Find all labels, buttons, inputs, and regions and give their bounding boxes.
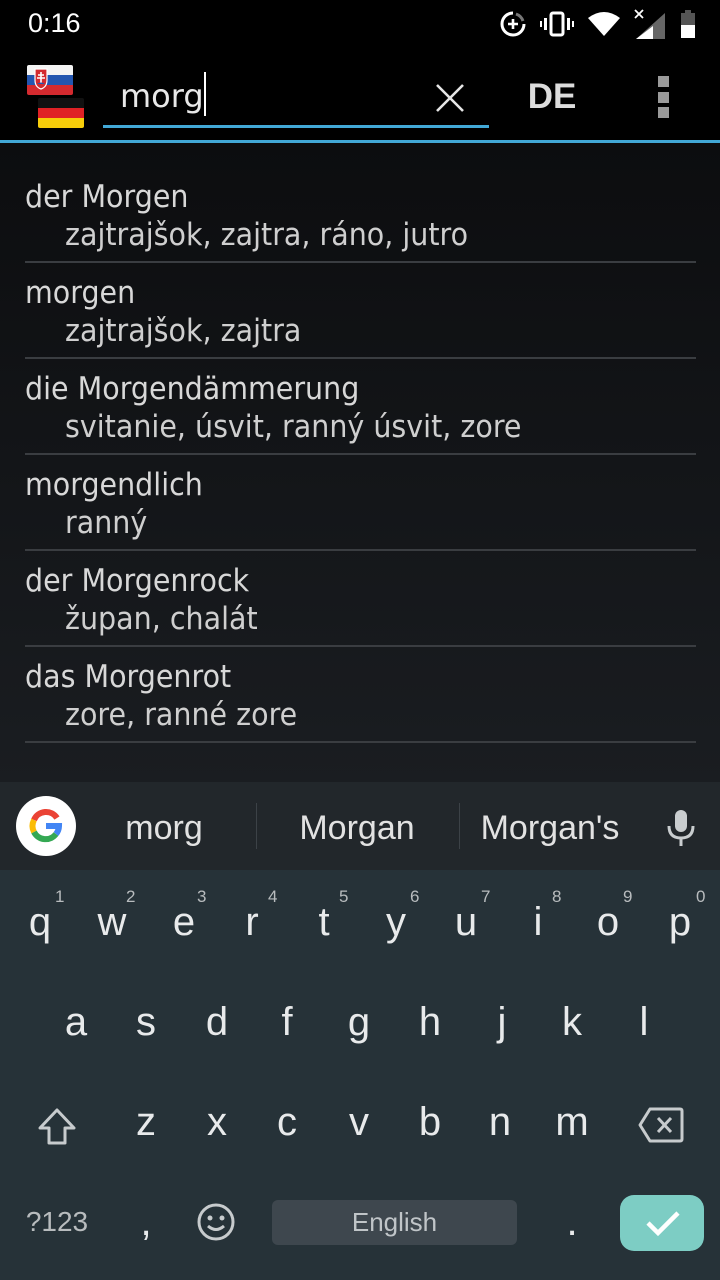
result-translation: župan, chalát [65,601,258,637]
key-n[interactable]: n [464,1072,536,1172]
key-s[interactable]: s [110,972,182,1072]
list-item[interactable]: der Morgen zajtrajšok, zajtra, ráno, jut… [25,167,696,263]
wifi-icon [588,12,620,36]
symbols-key[interactable]: ?123 [14,1172,100,1272]
enter-key[interactable] [620,1195,704,1251]
key-i[interactable]: i [502,872,574,972]
key-t[interactable]: t [288,872,360,972]
key-e[interactable]: e [148,872,220,972]
key-a[interactable]: a [40,972,112,1072]
emoji-icon [197,1203,235,1241]
mic-icon [667,810,695,846]
data-saver-icon [500,11,526,37]
close-icon [436,84,464,112]
clear-search-button[interactable] [430,78,470,118]
key-hint: 9 [623,887,633,906]
status-bar: 0:16 [0,0,720,48]
key-hint: 2 [126,887,136,906]
overflow-menu-button[interactable] [652,74,676,120]
result-word: die Morgendämmerung [25,371,360,407]
status-icons [500,9,696,39]
result-translation: zore, ranné zore [65,697,298,733]
result-word: der Morgenrock [25,563,250,599]
result-translation: ranný [65,505,148,541]
key-z[interactable]: z [110,1072,182,1172]
key-m[interactable]: m [536,1072,608,1172]
result-translation: zajtrajšok, zajtra [65,313,302,349]
key-hint: 8 [552,887,562,906]
result-word: morgen [25,275,136,311]
shift-icon [38,1108,76,1145]
suggestion-divider [459,803,460,849]
emoji-key[interactable] [180,1172,252,1272]
results-list[interactable]: der Morgen zajtrajšok, zajtra, ráno, jut… [0,143,720,783]
key-c[interactable]: c [251,1072,323,1172]
shift-key[interactable] [20,1075,94,1175]
key-hint: 4 [268,887,278,906]
suggestion-item[interactable]: Morgan's [470,806,630,850]
key-hint: 1 [55,887,65,906]
list-item[interactable]: die Morgendämmerung svitanie, úsvit, ran… [25,359,696,455]
key-y[interactable]: y [360,872,432,972]
key-b[interactable]: b [394,1072,466,1172]
key-o[interactable]: o [572,872,644,972]
key-hint: 7 [481,887,491,906]
key-u[interactable]: u [430,872,502,972]
vibrate-icon [540,11,574,37]
period-key[interactable]: . [536,1172,608,1272]
key-d[interactable]: d [181,972,253,1072]
key-h[interactable]: h [394,972,466,1072]
google-search-button[interactable] [16,796,76,856]
key-l[interactable]: l [608,972,680,1072]
result-word: das Morgenrot [25,659,232,695]
suggestion-item[interactable]: morg [100,806,228,850]
key-v[interactable]: v [323,1072,395,1172]
result-translation: svitanie, úsvit, ranný úsvit, zore [65,409,522,445]
cell-signal-no-data-icon [634,9,665,39]
key-f[interactable]: f [251,972,323,1072]
result-translation: zajtrajšok, zajtra, ráno, jutro [65,217,469,253]
key-hint: 5 [339,887,349,906]
space-key[interactable]: English [272,1200,517,1245]
list-item[interactable]: das Morgenrot zore, ranné zore [25,647,696,743]
key-hint: 0 [696,887,706,906]
battery-icon [681,10,695,38]
key-j[interactable]: j [466,972,538,1072]
google-g-icon [29,809,63,843]
status-time: 0:16 [28,8,81,38]
key-x[interactable]: x [181,1072,253,1172]
comma-key[interactable]: , [110,1172,182,1272]
list-item[interactable]: der Morgenrock župan, chalát [25,551,696,647]
key-k[interactable]: k [536,972,608,1072]
list-item[interactable]: morgen zajtrajšok, zajtra [25,263,696,359]
backspace-icon [638,1107,684,1143]
key-hint: 3 [197,887,207,906]
search-input[interactable] [120,74,420,118]
key-q[interactable]: q [4,872,76,972]
list-item[interactable]: morgendlich ranný [25,455,696,551]
slovak-coat-of-arms [34,68,48,90]
text-cursor [204,72,206,116]
result-word: morgendlich [25,467,203,503]
suggestion-divider [256,803,257,849]
result-word: der Morgen [25,179,189,215]
slovak-flag-icon[interactable] [27,65,73,95]
suggestion-item[interactable]: Morgan [276,806,438,850]
german-flag-icon[interactable] [38,98,84,128]
check-icon [646,1211,680,1237]
language-switch-button[interactable]: DE [520,74,584,120]
key-g[interactable]: g [323,972,395,1072]
backspace-key[interactable] [624,1075,698,1175]
key-hint: 6 [410,887,420,906]
voice-input-button[interactable] [664,808,698,848]
key-w[interactable]: w [76,872,148,972]
